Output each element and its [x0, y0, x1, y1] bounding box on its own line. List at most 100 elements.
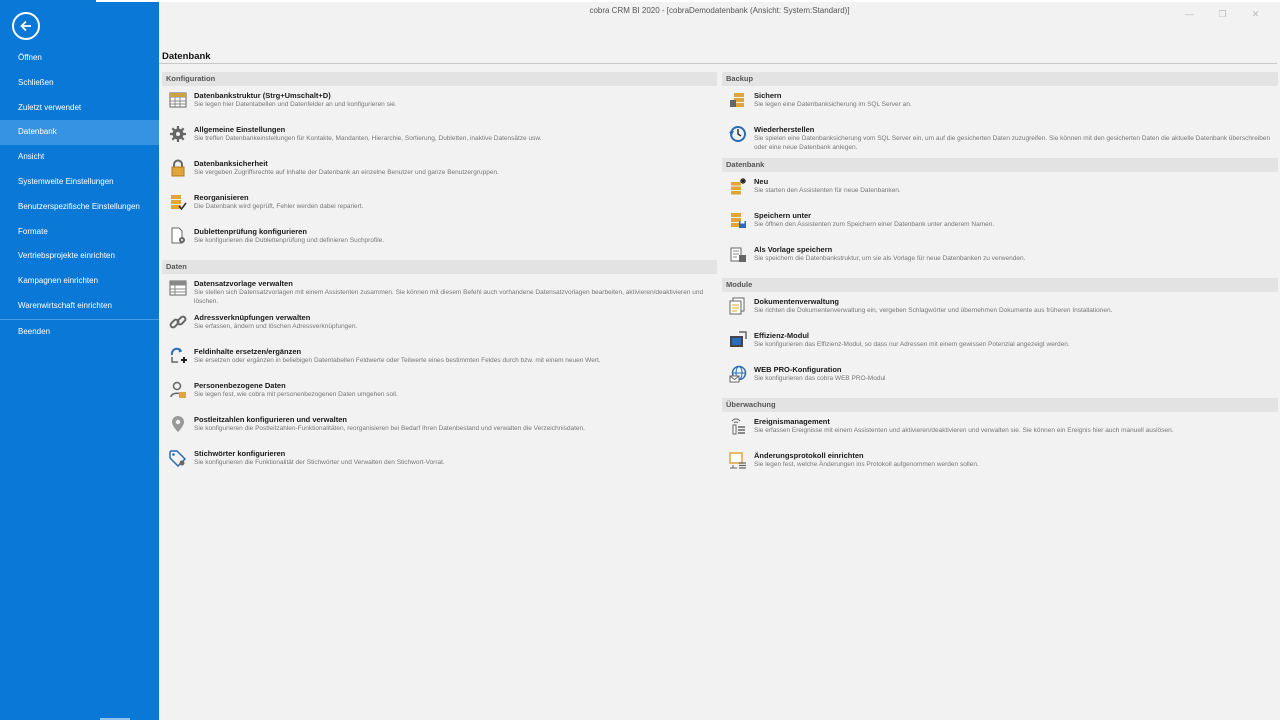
item-description: Die Datenbank wird geprüft, Fehler werde…	[194, 203, 364, 210]
item-title: Effizienz-Modul	[754, 331, 809, 340]
als-vorlage-item[interactable]: Als Vorlage speichern Sie speichern die …	[722, 244, 1278, 278]
lock-icon	[168, 158, 188, 178]
page-title-divider	[159, 63, 1277, 64]
item-title: Datenbankstruktur (Strg+Umschalt+D)	[194, 91, 331, 100]
item-title: Als Vorlage speichern	[754, 245, 833, 254]
item-description: Sie ersetzen oder ergänzen in beliebigen…	[194, 357, 601, 364]
item-description: Sie spielen eine Datenbanksicherung vom …	[754, 135, 1271, 151]
database-save-icon	[728, 90, 748, 110]
dublettenpruefung-item[interactable]: Dublettenprüfung konfigurieren Sie konfi…	[162, 226, 717, 260]
datenbanksicherheit-item[interactable]: Datenbanksicherheit Sie vergeben Zugriff…	[162, 158, 717, 192]
nav-item-warenwirtschaft[interactable]: Warenwirtschaft einrichten	[0, 294, 159, 319]
item-title: Reorganisieren	[194, 193, 249, 202]
title-bar-strip	[96, 0, 1280, 2]
chain-link-icon	[168, 312, 188, 332]
database-new-icon	[728, 176, 748, 196]
right-column: Backup Sichern Sie legen eine Datenbanks…	[722, 72, 1278, 484]
section-header-module: Module	[722, 278, 1278, 292]
item-description: Sie legen fest, wie cobra mit personenbe…	[194, 391, 398, 398]
restore-button[interactable]: ❐	[1206, 6, 1239, 22]
effizienz-modul-item[interactable]: Effizienz-Modul Sie konfigurieren das Ef…	[722, 330, 1278, 364]
item-description: Sie konfigurieren die Funktionalität der…	[194, 459, 445, 466]
ereignismanagement-item[interactable]: Ereignismanagement Sie erfassen Ereignis…	[722, 416, 1278, 450]
section-header-datenbank: Datenbank	[722, 158, 1278, 172]
nav-item-oeffnen[interactable]: Öffnen	[0, 46, 159, 71]
nav-item-benutzerspezifische-einstellungen[interactable]: Benutzerspezifische Einstellungen	[0, 195, 159, 220]
arrow-left-icon	[20, 20, 31, 32]
restore-clock-icon	[728, 124, 748, 144]
backstage-nav: Öffnen Schließen Zuletzt verwendet Daten…	[0, 46, 159, 345]
item-description: Sie starten den Assistenten für neue Dat…	[754, 187, 901, 194]
wiederherstellen-item[interactable]: Wiederherstellen Sie spielen eine Datenb…	[722, 124, 1278, 158]
globe-mail-icon	[728, 364, 748, 384]
item-title: Adressverknüpfungen verwalten	[194, 313, 311, 322]
table-list-icon	[168, 278, 188, 298]
speichern-unter-item[interactable]: Speichern unter Sie öffnen den Assistent…	[722, 210, 1278, 244]
neu-item[interactable]: Neu Sie starten den Assistenten für neue…	[722, 176, 1278, 210]
dokumentenverwaltung-item[interactable]: Dokumentenverwaltung Sie richten die Dok…	[722, 296, 1278, 330]
item-description: Sie legen eine Datenbanksicherung im SQL…	[754, 101, 912, 108]
nav-item-ansicht[interactable]: Ansicht	[0, 145, 159, 170]
stichwoerter-item[interactable]: Stichwörter konfigurieren Sie konfigurie…	[162, 448, 717, 482]
item-title: WEB PRO-Konfiguration	[754, 365, 842, 374]
datenbankstruktur-item[interactable]: Datenbankstruktur (Strg+Umschalt+D) Sie …	[162, 90, 717, 124]
database-check-icon	[168, 192, 188, 212]
left-column: Konfiguration Datenbankstruktur (Strg+Um…	[162, 72, 717, 482]
item-description: Sie richten die Dokumentenverwaltung ein…	[754, 307, 1113, 314]
personenbezogene-daten-item[interactable]: Personenbezogene Daten Sie legen fest, w…	[162, 380, 717, 414]
datensatzvorlage-item[interactable]: Datensatzvorlage verwalten Sie stellen s…	[162, 278, 717, 312]
item-description: Sie erfassen, ändern und löschen Adressv…	[194, 323, 358, 330]
item-title: Speichern unter	[754, 211, 812, 220]
postleitzahlen-item[interactable]: Postleitzahlen konfigurieren und verwalt…	[162, 414, 717, 448]
nav-item-formate[interactable]: Formate	[0, 220, 159, 245]
nav-item-systemweite-einstellungen[interactable]: Systemweite Einstellungen	[0, 170, 159, 195]
nav-item-datenbank[interactable]: Datenbank	[0, 120, 159, 146]
item-title: Feldinhalte ersetzen/ergänzen	[194, 347, 302, 356]
item-title: Änderungsprotokoll einrichten	[754, 451, 864, 460]
adressverknuepfungen-item[interactable]: Adressverknüpfungen verwalten Sie erfass…	[162, 312, 717, 346]
item-description: Sie konfigurieren das cobra WEB PRO-Modu…	[754, 375, 886, 382]
nav-item-beenden[interactable]: Beenden	[0, 320, 159, 345]
feldinhalte-item[interactable]: Feldinhalte ersetzen/ergänzen Sie ersetz…	[162, 346, 717, 380]
window-title: cobra CRM BI 2020 - [cobraDemodatenbank …	[589, 6, 850, 15]
item-title: Datensatzvorlage verwalten	[194, 279, 293, 288]
nav-item-kampagnen[interactable]: Kampagnen einrichten	[0, 269, 159, 294]
nav-item-schliessen[interactable]: Schließen	[0, 71, 159, 96]
item-description: Sie speichern die Datenbankstruktur, um …	[754, 255, 1026, 262]
efficiency-module-icon	[728, 330, 748, 350]
item-title: Dublettenprüfung konfigurieren	[194, 227, 307, 236]
item-description: Sie legen hier Datentabellen und Datenfe…	[194, 101, 397, 108]
event-list-icon	[728, 416, 748, 436]
item-description: Sie legen fest, welche Änderungen ins Pr…	[754, 461, 979, 468]
item-description: Sie erfassen Ereignisse mit einem Assist…	[754, 427, 1174, 434]
close-button[interactable]: ✕	[1239, 6, 1272, 22]
window-controls: — ❐ ✕	[1173, 6, 1272, 22]
documents-icon	[728, 296, 748, 316]
template-save-icon	[728, 244, 748, 264]
section-header-konfiguration: Konfiguration	[162, 72, 717, 86]
item-title: Sichern	[754, 91, 782, 100]
allgemeine-einstellungen-item[interactable]: Allgemeine Einstellungen Sie treffen Dat…	[162, 124, 717, 158]
map-pin-icon	[168, 414, 188, 434]
person-lock-icon	[168, 380, 188, 400]
nav-item-zuletzt-verwendet[interactable]: Zuletzt verwendet	[0, 96, 159, 121]
minimize-button[interactable]: —	[1173, 6, 1206, 22]
nav-item-vertriebsprojekte[interactable]: Vertriebsprojekte einrichten	[0, 244, 159, 269]
back-button[interactable]	[12, 12, 40, 40]
section-header-daten: Daten	[162, 260, 717, 274]
database-save-as-icon	[728, 210, 748, 230]
backstage-sidebar: Öffnen Schließen Zuletzt verwendet Daten…	[0, 0, 159, 720]
item-description: Sie öffnen den Assistenten zum Speichern…	[754, 221, 995, 228]
item-title: Datenbanksicherheit	[194, 159, 268, 168]
item-title: Allgemeine Einstellungen	[194, 125, 286, 134]
item-description: Sie stellen sich Datensatzvorlagen mit e…	[194, 289, 704, 305]
item-description: Sie treffen Datenbankeinstellungen für K…	[194, 135, 542, 142]
table-grid-icon	[168, 90, 188, 110]
section-header-backup: Backup	[722, 72, 1278, 86]
section-header-ueberwachung: Überwachung	[722, 398, 1278, 412]
reorganisieren-item[interactable]: Reorganisieren Die Datenbank wird geprüf…	[162, 192, 717, 226]
replace-arrows-icon	[168, 346, 188, 366]
sichern-item[interactable]: Sichern Sie legen eine Datenbanksicherun…	[722, 90, 1278, 124]
web-pro-item[interactable]: WEB PRO-Konfiguration Sie konfigurieren …	[722, 364, 1278, 398]
aenderungsprotokoll-item[interactable]: Änderungsprotokoll einrichten Sie legen …	[722, 450, 1278, 484]
